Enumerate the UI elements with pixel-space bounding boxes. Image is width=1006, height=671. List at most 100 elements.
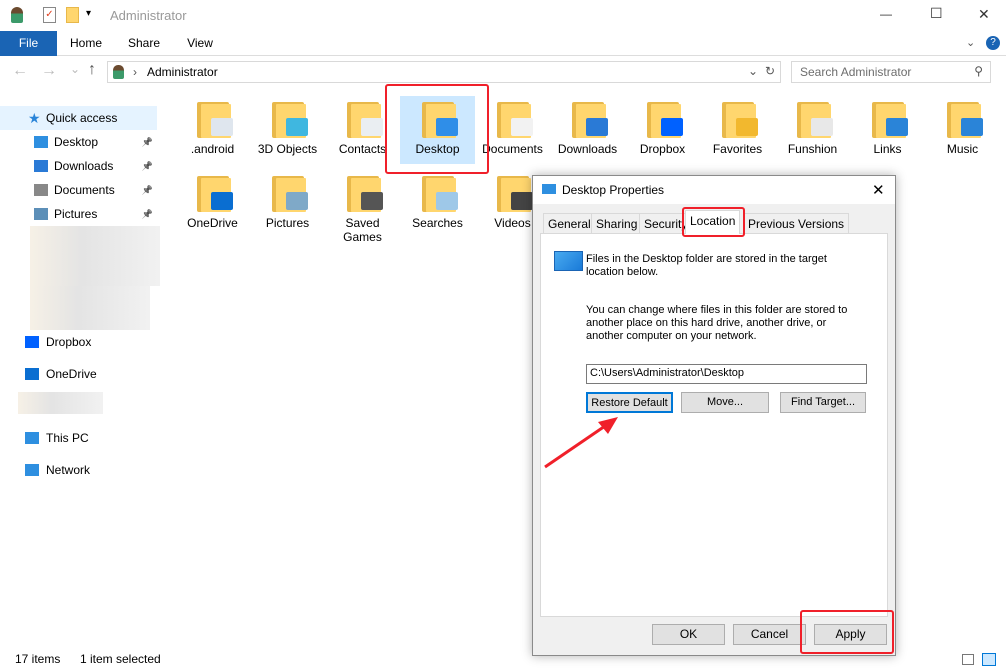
sidebar-item-this-pc[interactable]: This PC: [0, 426, 157, 450]
description-text: You can change where files in this folde…: [586, 304, 848, 342]
selection-count: 1 item selected: [80, 652, 161, 666]
sidebar-item-label: Documents: [54, 183, 115, 197]
folder-icon: [268, 174, 308, 212]
maximize-button[interactable]: ☐: [930, 5, 943, 22]
sidebar-item-downloads[interactable]: Downloads 📌: [0, 154, 157, 178]
search-icon: ⚲: [974, 64, 983, 78]
tab-location[interactable]: Location: [685, 210, 741, 234]
tab-home[interactable]: Home: [66, 31, 106, 56]
folder-icon: [568, 100, 608, 138]
user-icon: [113, 65, 124, 79]
folder-icon: [193, 174, 233, 212]
sidebar-item-label: Desktop: [54, 135, 99, 149]
dialog-title-bar: Desktop Properties ✕: [533, 176, 895, 204]
customize-toolbar-icon[interactable]: ▾: [86, 8, 91, 19]
pin-icon[interactable]: 📌: [142, 178, 153, 202]
forward-button[interactable]: →: [41, 62, 57, 80]
sidebar-item-documents[interactable]: Documents 📌: [0, 178, 157, 202]
folder-icon: [943, 100, 983, 138]
sidebar-item-desktop[interactable]: Desktop 📌: [0, 130, 157, 154]
details-view-icon[interactable]: [962, 654, 974, 665]
folder-item[interactable]: Searches: [400, 170, 475, 230]
folder-icon: [868, 100, 908, 138]
folder-label: Links: [873, 142, 902, 156]
tab-previous-versions[interactable]: Previous Versions: [743, 213, 850, 234]
breadcrumb[interactable]: Administrator: [147, 65, 218, 79]
folder-icon: [418, 174, 458, 212]
title-bar: ✓ ▾ Administrator — ☐ ✕: [0, 0, 1006, 31]
folder-item[interactable]: Pictures: [250, 170, 325, 230]
cloud-icon: [25, 368, 39, 380]
highlight-desktop: [385, 84, 489, 174]
help-icon[interactable]: ?: [986, 36, 1000, 50]
expand-ribbon-icon[interactable]: ⌄: [966, 36, 975, 49]
tab-view[interactable]: View: [180, 31, 220, 56]
folder-label: Downloads: [557, 142, 618, 156]
folder-item[interactable]: OneDrive: [175, 170, 250, 230]
folder-item[interactable]: Dropbox: [625, 96, 700, 156]
item-count: 17 items: [15, 652, 61, 666]
search-input[interactable]: Search Administrator ⚲: [791, 61, 991, 83]
pin-icon[interactable]: 📌: [142, 130, 153, 154]
folder-item[interactable]: Saved Games: [325, 170, 400, 244]
large-icons-view-icon[interactable]: [982, 653, 996, 666]
sidebar-item-dropbox[interactable]: Dropbox: [0, 330, 157, 354]
close-button[interactable]: ✕: [978, 6, 990, 23]
folder-item[interactable]: 3D Objects: [250, 96, 325, 156]
sidebar-item-network[interactable]: Network: [0, 458, 157, 482]
sidebar-item-label: Pictures: [54, 207, 98, 221]
address-dropdown-icon[interactable]: ⌄: [748, 64, 758, 78]
folder-item[interactable]: Funshion: [775, 96, 850, 156]
address-bar[interactable]: › Administrator ⌄ ↻: [107, 61, 781, 83]
up-button[interactable]: ↑: [88, 61, 96, 79]
minimize-button[interactable]: —: [880, 7, 892, 21]
pin-icon[interactable]: 📌: [142, 154, 153, 178]
sidebar-item-onedrive[interactable]: OneDrive: [0, 362, 157, 386]
back-button[interactable]: ←: [12, 62, 28, 80]
folder-item[interactable]: Links: [850, 96, 925, 156]
user-icon: [11, 7, 23, 23]
redacted-item: [30, 226, 160, 286]
info-text: Files in the Desktop folder are stored i…: [586, 253, 827, 278]
tab-file[interactable]: File: [0, 31, 57, 56]
folder-label: 3D Objects: [257, 142, 318, 156]
move-button[interactable]: Move...: [681, 392, 769, 413]
folder-icon: [193, 100, 233, 138]
properties-icon[interactable]: ✓: [43, 7, 56, 23]
cancel-button[interactable]: Cancel: [733, 624, 806, 645]
tab-share[interactable]: Share: [124, 31, 164, 56]
find-target-button[interactable]: Find Target...: [780, 392, 866, 413]
sidebar-item-label: Network: [46, 463, 91, 477]
folder-icon: [793, 100, 833, 138]
folder-item[interactable]: Music: [925, 96, 1000, 156]
new-folder-icon[interactable]: [66, 7, 79, 23]
recent-locations-button[interactable]: ⌄: [70, 62, 80, 76]
folder-icon: [493, 100, 533, 138]
folder-icon: [718, 100, 758, 138]
folder-item[interactable]: .android: [175, 96, 250, 156]
ok-button[interactable]: OK: [652, 624, 725, 645]
sidebar-item-quick-access[interactable]: ★ Quick access: [0, 106, 157, 130]
sidebar-item-label: OneDrive: [46, 367, 97, 381]
folder-label: Favorites: [712, 142, 763, 156]
folder-item[interactable]: Favorites: [700, 96, 775, 156]
folder-label: Funshion: [787, 142, 838, 156]
chevron-right-icon: ›: [133, 65, 137, 79]
sidebar-item-pictures[interactable]: Pictures 📌: [0, 202, 157, 226]
network-icon: [25, 464, 39, 476]
annotation-arrow: [544, 417, 618, 469]
dialog-title: Desktop Properties: [562, 183, 665, 197]
path-input[interactable]: C:\Users\Administrator\Desktop: [586, 364, 867, 384]
folder-icon: [343, 174, 383, 212]
folder-label: .android: [190, 142, 235, 156]
refresh-icon[interactable]: ↻: [765, 64, 775, 78]
dialog-close-button[interactable]: ✕: [872, 181, 885, 199]
folder-icon: [643, 100, 683, 138]
folder-icon: [268, 100, 308, 138]
tab-general[interactable]: General: [543, 213, 596, 234]
tab-sharing[interactable]: Sharing: [591, 213, 643, 234]
folder-item[interactable]: Downloads: [550, 96, 625, 156]
pin-icon[interactable]: 📌: [142, 202, 153, 226]
sidebar-item-label: Downloads: [54, 159, 114, 173]
folder-label: Music: [946, 142, 979, 156]
